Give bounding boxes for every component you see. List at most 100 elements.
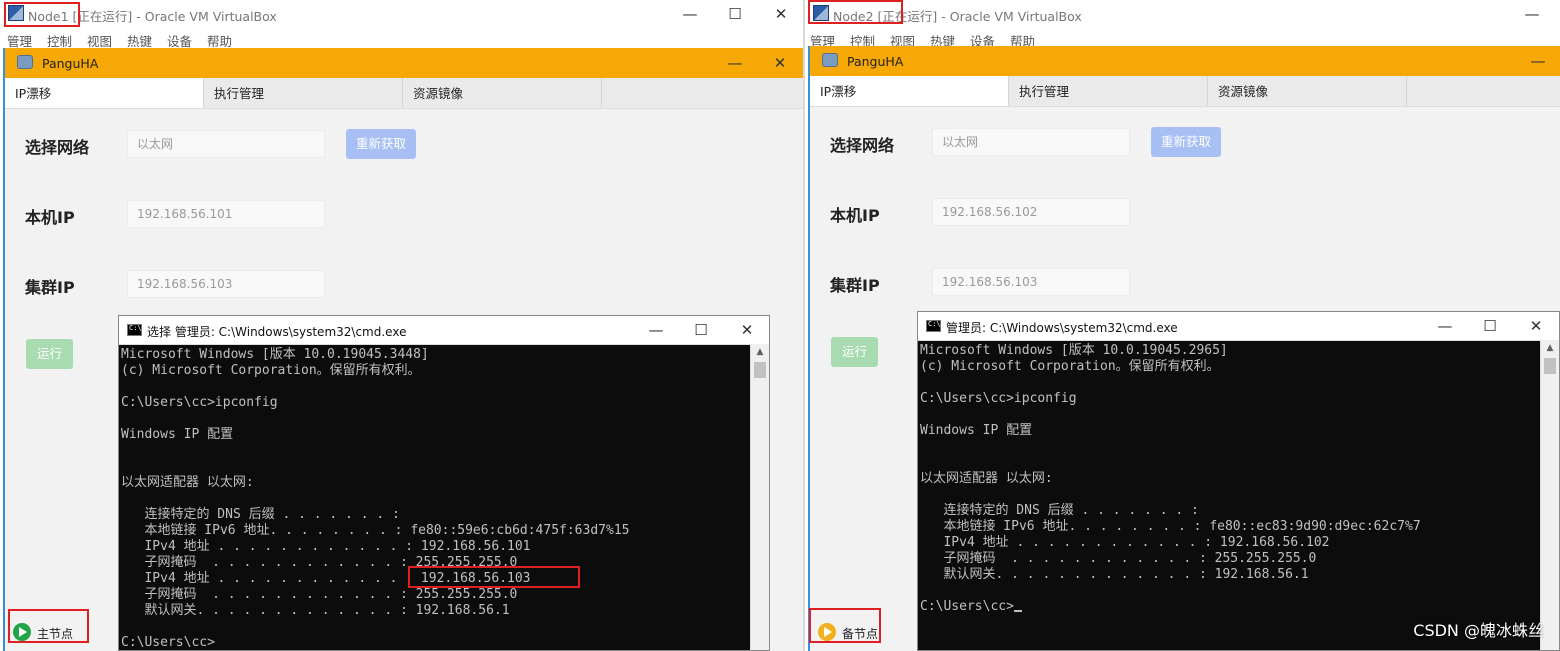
vbox-menubar: 管理 控制 视图 热键 设备 帮助 xyxy=(0,30,803,49)
console-line: Windows IP 配置 xyxy=(920,423,1033,438)
scroll-thumb[interactable] xyxy=(1544,358,1556,374)
console-prompt: C:\Users\cc> xyxy=(121,635,215,650)
cluster-ip-label: 集群IP xyxy=(830,276,880,295)
cluster-ip-label: 集群IP xyxy=(25,278,75,297)
vbox-titlebar: Node2 [正在运行] - Oracle VM VirtualBox — xyxy=(805,0,1560,28)
console-line: 连接特定的 DNS 后缀 . . . . . . . : xyxy=(920,503,1199,518)
virtualbox-icon xyxy=(8,5,24,21)
vbox-window-node1: Node1 [正在运行] - Oracle VM VirtualBox — ☐ … xyxy=(0,0,803,651)
watermark: CSDN @魄冰蛛丝 xyxy=(1413,621,1544,640)
refresh-button[interactable]: 重新获取 xyxy=(346,129,416,159)
cmd-close-button[interactable]: ✕ xyxy=(1525,315,1547,337)
network-label: 选择网络 xyxy=(25,138,90,157)
console-output[interactable]: Microsoft Windows [版本 10.0.19045.3448] (… xyxy=(119,344,751,650)
refresh-button[interactable]: 重新获取 xyxy=(1151,127,1221,157)
tab-exec-manage[interactable]: 执行管理 xyxy=(204,78,403,108)
local-ip-field[interactable]: 192.168.56.102 xyxy=(932,198,1130,226)
app-titlebar: PanguHA — ✕ xyxy=(5,48,803,78)
network-select[interactable]: 以太网 xyxy=(932,128,1130,156)
play-icon xyxy=(818,623,836,641)
cmd-minimize-button[interactable]: — xyxy=(645,319,667,341)
app-titlebar: PanguHA — xyxy=(810,46,1560,76)
vbox-window-title: Node2 [正在运行] - Oracle VM VirtualBox xyxy=(833,9,1082,24)
network-select[interactable]: 以太网 xyxy=(127,130,325,158)
app-network-icon xyxy=(822,53,838,67)
scroll-up-icon[interactable]: ▲ xyxy=(1541,340,1559,356)
status-label: 主节点 xyxy=(37,627,74,641)
console-line: 子网掩码 . . . . . . . . . . . . : 255.255.2… xyxy=(121,587,518,602)
console-line: 以太网适配器 以太网: xyxy=(121,475,254,490)
network-label: 选择网络 xyxy=(830,136,895,155)
console-line: IPv4 地址 . . . . . . . . . . . . : 192.16… xyxy=(920,535,1330,550)
console-line: C:\Users\cc>ipconfig xyxy=(920,391,1077,406)
local-ip-field[interactable]: 192.168.56.101 xyxy=(127,200,325,228)
cmd-maximize-button[interactable]: ☐ xyxy=(1479,315,1501,337)
minimize-button[interactable]: — xyxy=(1521,4,1543,24)
vbox-titlebar: Node1 [正在运行] - Oracle VM VirtualBox — ☐ … xyxy=(0,0,803,28)
console-line: 子网掩码 . . . . . . . . . . . . : 255.255.2… xyxy=(920,551,1317,566)
tab-ip-drift[interactable]: IP漂移 xyxy=(810,76,1009,106)
tab-resource-mirror[interactable]: 资源镜像 xyxy=(403,78,602,108)
console-icon xyxy=(127,324,142,336)
tab-bar: IP漂移 执行管理 资源镜像 xyxy=(5,78,803,109)
console-line: 本地链接 IPv6 地址. . . . . . . . : fe80::ec83… xyxy=(920,519,1421,534)
status-label: 备节点 xyxy=(842,627,879,641)
cluster-ip-field[interactable]: 192.168.56.103 xyxy=(932,268,1130,296)
virtualbox-icon xyxy=(813,5,829,21)
app-minimize-button[interactable]: — xyxy=(1528,51,1548,71)
cmd-titlebar: 选择 管理员: C:\Windows\system32\cmd.exe — ☐ … xyxy=(119,316,769,345)
app-minimize-button[interactable]: — xyxy=(725,53,745,73)
console-output[interactable]: Microsoft Windows [版本 10.0.19045.2965] (… xyxy=(918,340,1541,650)
scroll-thumb[interactable] xyxy=(754,362,766,378)
tab-exec-manage[interactable]: 执行管理 xyxy=(1009,76,1208,106)
play-icon xyxy=(13,623,31,641)
console-line: 本地链接 IPv6 地址. . . . . . . . : fe80::59e6… xyxy=(121,523,630,538)
cmd-titlebar: 管理员: C:\Windows\system32\cmd.exe — ☐ ✕ xyxy=(918,312,1559,341)
console-line: C:\Users\cc>ipconfig xyxy=(121,395,278,410)
console-prompt: C:\Users\cc> xyxy=(920,599,1541,615)
local-ip-label: 本机IP xyxy=(830,206,880,225)
console-line: 连接特定的 DNS 后缀 . . . . . . . : xyxy=(121,507,400,522)
cmd-close-button[interactable]: ✕ xyxy=(736,319,758,341)
cmd-scrollbar[interactable]: ▲ xyxy=(750,344,769,650)
close-button[interactable]: ✕ xyxy=(770,4,792,24)
minimize-button[interactable]: — xyxy=(679,4,701,24)
console-line: Windows IP 配置 xyxy=(121,427,234,442)
run-button[interactable]: 运行 xyxy=(26,339,73,369)
console-prompt-text: C:\Users\cc> xyxy=(920,599,1014,614)
console-line: (c) Microsoft Corporation。保留所有权利。 xyxy=(121,363,421,378)
app-network-icon xyxy=(17,55,33,69)
cmd-window: 管理员: C:\Windows\system32\cmd.exe — ☐ ✕ M… xyxy=(917,311,1560,651)
tab-ip-drift[interactable]: IP漂移 xyxy=(5,78,204,108)
app-title: PanguHA xyxy=(847,54,904,69)
scroll-up-icon[interactable]: ▲ xyxy=(751,344,769,360)
console-icon xyxy=(926,320,941,332)
cmd-maximize-button[interactable]: ☐ xyxy=(690,319,712,341)
console-line: 子网掩码 . . . . . . . . . . . . : 255.255.2… xyxy=(121,555,518,570)
console-line: 默认网关. . . . . . . . . . . . . : 192.168.… xyxy=(920,567,1309,582)
cmd-window: 选择 管理员: C:\Windows\system32\cmd.exe — ☐ … xyxy=(118,315,770,651)
app-title: PanguHA xyxy=(42,56,99,71)
console-line: 默认网关. . . . . . . . . . . . . : 192.168.… xyxy=(121,603,510,618)
vbox-window-title: Node1 [正在运行] - Oracle VM VirtualBox xyxy=(28,9,277,24)
console-line: (c) Microsoft Corporation。保留所有权利。 xyxy=(920,359,1220,374)
run-button[interactable]: 运行 xyxy=(831,337,878,367)
cmd-window-title: 选择 管理员: C:\Windows\system32\cmd.exe xyxy=(147,325,407,339)
app-close-button[interactable]: ✕ xyxy=(770,53,790,73)
cluster-ip-field[interactable]: 192.168.56.103 xyxy=(127,270,325,298)
cmd-minimize-button[interactable]: — xyxy=(1434,315,1456,337)
tab-resource-mirror[interactable]: 资源镜像 xyxy=(1208,76,1407,106)
cmd-scrollbar[interactable]: ▲ xyxy=(1540,340,1559,650)
maximize-button[interactable]: ☐ xyxy=(724,4,746,24)
